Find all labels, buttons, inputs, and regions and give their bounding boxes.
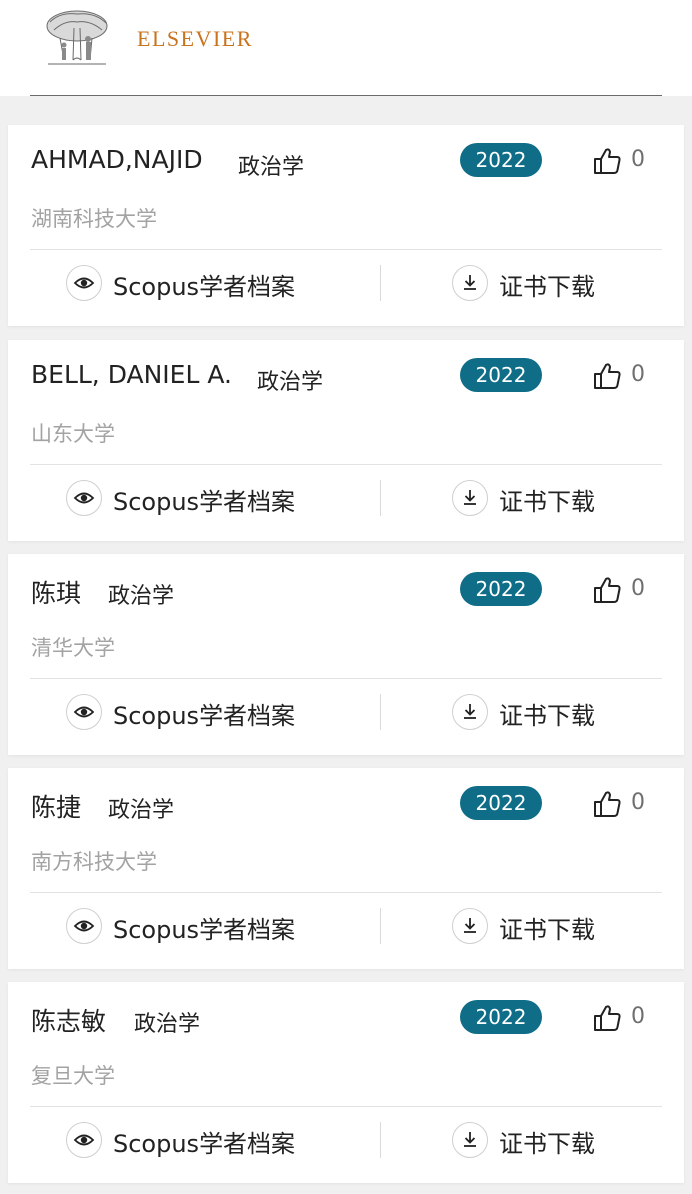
certificate-download-label: 证书下载 [499, 916, 595, 944]
certificate-download-label: 证书下载 [499, 702, 595, 730]
scholar-subject: 政治学 [134, 1012, 201, 1037]
header-divider [30, 95, 662, 96]
year-badge: 2022 [460, 358, 542, 392]
thumbs-up-icon [594, 363, 621, 389]
eye-icon [66, 265, 102, 301]
eye-icon [66, 694, 102, 730]
scholar-university: 清华大学 [31, 636, 115, 660]
download-icon [452, 480, 488, 516]
elsevier-tree-logo [40, 8, 114, 70]
certificate-download-label: 证书下载 [499, 488, 595, 516]
scholar-card: BELL, DANIEL A. 政治学 山东大学 2022 0 Scopus学者… [8, 340, 684, 541]
action-separator [380, 1122, 381, 1158]
like-button[interactable]: 0 [591, 1002, 651, 1036]
action-separator [380, 480, 381, 516]
like-count: 0 [631, 790, 645, 815]
scholar-university: 复旦大学 [31, 1064, 115, 1088]
year-badge: 2022 [460, 572, 542, 606]
scholar-card: AHMAD,NAJID 政治学 湖南科技大学 2022 0 Scopus学者档案… [8, 125, 684, 326]
like-button[interactable]: 0 [591, 145, 651, 179]
certificate-download-label: 证书下载 [499, 273, 595, 301]
like-button[interactable]: 0 [591, 788, 651, 822]
card-divider [30, 464, 662, 465]
scholar-university: 山东大学 [31, 422, 115, 446]
card-divider [30, 249, 662, 250]
like-count: 0 [631, 1004, 645, 1029]
scholar-name: 陈捷 [31, 793, 82, 822]
scopus-profile-label: Scopus学者档案 [113, 1130, 296, 1158]
scholar-university: 南方科技大学 [31, 850, 157, 874]
scholar-subject: 政治学 [108, 798, 175, 823]
like-count: 0 [631, 362, 645, 387]
download-icon [452, 265, 488, 301]
action-separator [380, 694, 381, 730]
like-button[interactable]: 0 [591, 574, 651, 608]
thumbs-up-icon [594, 148, 621, 174]
download-icon [452, 1122, 488, 1158]
scholar-name: AHMAD,NAJID [31, 145, 203, 174]
like-count: 0 [631, 147, 645, 172]
scholar-name: BELL, DANIEL A. [31, 360, 232, 389]
action-separator [380, 265, 381, 301]
like-button[interactable]: 0 [591, 360, 651, 394]
year-badge: 2022 [460, 1000, 542, 1034]
card-divider [30, 1106, 662, 1107]
thumbs-up-icon [594, 791, 621, 817]
page-header: ELSEVIER [0, 0, 692, 96]
thumbs-up-icon [594, 577, 621, 603]
eye-icon [66, 908, 102, 944]
scopus-profile-label: Scopus学者档案 [113, 702, 296, 730]
eye-icon [66, 1122, 102, 1158]
thumbs-up-icon [594, 1005, 621, 1031]
download-icon [452, 694, 488, 730]
certificate-download-label: 证书下载 [499, 1130, 595, 1158]
scholar-subject: 政治学 [238, 155, 305, 180]
like-count: 0 [631, 576, 645, 601]
scholar-card: 陈琪 政治学 清华大学 2022 0 Scopus学者档案 证书下载 [8, 554, 684, 755]
scholar-subject: 政治学 [108, 584, 175, 609]
card-divider [30, 678, 662, 679]
scholar-card: 陈捷 政治学 南方科技大学 2022 0 Scopus学者档案 证书下载 [8, 768, 684, 969]
scopus-profile-label: Scopus学者档案 [113, 273, 296, 301]
scholar-subject: 政治学 [257, 370, 324, 395]
action-separator [380, 908, 381, 944]
year-badge: 2022 [460, 143, 542, 177]
scholar-name: 陈琪 [31, 579, 82, 608]
scopus-profile-label: Scopus学者档案 [113, 916, 296, 944]
scopus-profile-label: Scopus学者档案 [113, 488, 296, 516]
year-badge: 2022 [460, 786, 542, 820]
brand-name: ELSEVIER [137, 26, 253, 51]
card-divider [30, 892, 662, 893]
scholar-university: 湖南科技大学 [31, 207, 157, 231]
scholar-name: 陈志敏 [31, 1007, 107, 1036]
scholar-card: 陈志敏 政治学 复旦大学 2022 0 Scopus学者档案 证书下载 [8, 982, 684, 1183]
download-icon [452, 908, 488, 944]
eye-icon [66, 480, 102, 516]
